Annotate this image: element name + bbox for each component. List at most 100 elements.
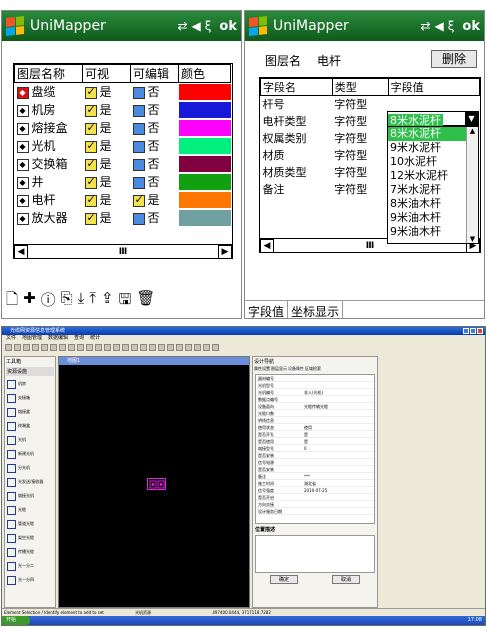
editable-cell[interactable]: 否 xyxy=(130,172,179,191)
layer-name-cell[interactable]: ◆ 交换箱 xyxy=(14,154,83,173)
layer-name-cell[interactable]: ◆ 光机 xyxy=(14,136,83,155)
visible-checkbox[interactable] xyxy=(84,211,97,225)
upload-icon[interactable]: ⇪ xyxy=(101,289,114,314)
layer-name-cell[interactable]: ◆ 电杆 xyxy=(14,190,83,209)
col-editable[interactable]: 可编辑 xyxy=(130,64,179,83)
scroll-left-icon[interactable]: ◀ xyxy=(14,244,28,258)
menu-map[interactable]: 地图管理 xyxy=(22,335,42,342)
scroll-up-icon[interactable]: ▲ xyxy=(467,127,478,135)
property-value[interactable] xyxy=(304,417,374,423)
property-row[interactable]: 使用状态 使用 xyxy=(256,424,374,431)
tab-device-properties[interactable]: 设备属性 xyxy=(288,366,304,372)
scroll-right-icon[interactable]: ▶ xyxy=(217,244,232,258)
toolbar-tool-icon[interactable] xyxy=(113,343,120,351)
property-row[interactable]: 熔接型号 0 xyxy=(256,445,374,452)
property-value[interactable] xyxy=(304,382,374,388)
selected-optical-device[interactable] xyxy=(147,478,166,490)
layer-name-cell[interactable]: ◆ 盘缆 xyxy=(14,82,83,101)
color-cell[interactable] xyxy=(178,82,231,101)
property-value[interactable] xyxy=(304,452,374,458)
property-value[interactable]: 是 xyxy=(304,438,374,444)
layer-row[interactable]: ◆光机 是 否 xyxy=(14,136,231,155)
editable-cell[interactable]: 否 xyxy=(130,100,179,119)
toolbox-item[interactable]: 光发送/接收器 xyxy=(5,475,55,489)
toolbar-tool-icon[interactable] xyxy=(5,343,12,351)
layer-row[interactable]: ◆熔接盒 是 否 xyxy=(14,118,231,137)
toolbar-tool-icon[interactable] xyxy=(158,343,165,351)
editable-checkbox[interactable] xyxy=(132,193,145,207)
menu-stats[interactable]: 统计 xyxy=(90,335,100,342)
dropdown-option[interactable]: 8米油木杆 xyxy=(388,197,466,211)
dropdown-option[interactable]: 7米水泥杆 xyxy=(388,183,466,197)
property-value[interactable] xyxy=(304,466,374,472)
color-swatch[interactable] xyxy=(178,173,231,190)
toolbar-tool-icon[interactable] xyxy=(77,343,84,351)
toolbar-tool-icon[interactable] xyxy=(122,343,129,351)
scroll-left-icon[interactable]: ◀ xyxy=(260,238,274,252)
col-layer-name[interactable]: 图层名称 xyxy=(14,64,83,83)
property-row[interactable]: 是否安装 xyxy=(256,466,374,473)
visible-cell[interactable]: 是 xyxy=(82,100,131,119)
layer-row[interactable]: ◆电杆 是 是 xyxy=(14,190,231,209)
delete-icon[interactable]: 🗑 xyxy=(136,289,155,314)
property-row[interactable]: 是否开孔 是 xyxy=(256,431,374,438)
toolbox-item[interactable]: 机房 xyxy=(5,377,55,391)
toolbar-tool-icon[interactable] xyxy=(140,343,147,351)
toolbar-tool-icon[interactable] xyxy=(50,343,57,351)
property-row[interactable]: 设计服务日期 xyxy=(256,508,374,515)
visible-cell[interactable]: 是 xyxy=(82,82,131,101)
property-value[interactable] xyxy=(304,459,374,465)
visible-checkbox[interactable] xyxy=(84,193,97,207)
dropdown-list[interactable]: 8米水泥杆 9米水泥杆 10水泥杆 12米水泥杆 7米水泥杆 8米油木杆 9米油木杆 9米油木… xyxy=(387,126,479,244)
toolbox-item[interactable]: 光缆 xyxy=(5,503,55,517)
property-value[interactable]: 湖北省 xyxy=(304,480,374,486)
col-visible[interactable]: 可视 xyxy=(82,64,131,83)
toolbar-tool-icon[interactable] xyxy=(185,343,192,351)
toolbar-tool-icon[interactable] xyxy=(176,343,183,351)
editable-checkbox[interactable] xyxy=(132,122,145,135)
windows-start-icon[interactable] xyxy=(249,16,267,36)
visible-cell[interactable]: 是 xyxy=(82,154,131,173)
toolbar-tool-icon[interactable] xyxy=(14,343,21,351)
property-row[interactable]: 光机编号 非入(光机) xyxy=(256,389,374,396)
add-icon[interactable]: ✚ xyxy=(23,289,36,314)
property-row[interactable]: 是否安装 xyxy=(256,452,374,459)
toolbar-tool-icon[interactable] xyxy=(131,343,138,351)
map-window[interactable]: 地图1 xyxy=(58,356,250,608)
toolbox-item[interactable]: 传播光缆 xyxy=(5,545,55,559)
editable-cell[interactable]: 否 xyxy=(130,136,179,155)
toolbar-tool-icon[interactable] xyxy=(86,343,93,351)
close-icon[interactable] xyxy=(477,328,483,334)
color-cell[interactable] xyxy=(178,136,231,155)
dropdown-option[interactable]: 9米油木杆 xyxy=(388,225,466,239)
toolbar-tool-icon[interactable] xyxy=(23,343,30,351)
toolbox-item[interactable]: 架空光缆 xyxy=(5,531,55,545)
info-icon[interactable]: ⓘ xyxy=(41,289,56,314)
visible-cell[interactable]: 是 xyxy=(82,190,131,209)
scroll-down-icon[interactable]: ▼ xyxy=(467,235,478,243)
property-value[interactable]: *** xyxy=(304,473,374,479)
property-value[interactable] xyxy=(304,375,374,381)
save-icon[interactable]: 🖫 xyxy=(119,289,132,314)
move-down-icon[interactable]: ⤓ xyxy=(78,289,85,314)
editable-cell[interactable]: 否 xyxy=(130,82,179,101)
toolbox-item[interactable]: 分光机 xyxy=(5,461,55,475)
toolbar-tool-icon[interactable] xyxy=(41,343,48,351)
layer-row[interactable]: ◆机房 是 否 xyxy=(14,100,231,119)
dropdown-scrollbar[interactable]: ▲ ▼ xyxy=(466,127,478,243)
property-row[interactable]: 信号强度 2010-07-25 xyxy=(256,487,374,494)
visible-cell[interactable]: 是 xyxy=(82,208,131,227)
start-button[interactable]: 开始 xyxy=(2,616,30,625)
editable-checkbox[interactable] xyxy=(132,140,145,153)
property-row[interactable]: 器材编号 xyxy=(256,375,374,382)
color-cell[interactable] xyxy=(178,100,231,119)
editable-checkbox[interactable] xyxy=(132,104,145,117)
property-value[interactable] xyxy=(304,501,374,507)
property-row[interactable]: 设备面向 光缆传输光缆 xyxy=(256,403,374,410)
visible-cell[interactable]: 是 xyxy=(82,172,131,191)
color-swatch[interactable] xyxy=(178,191,231,208)
color-cell[interactable] xyxy=(178,172,231,191)
property-value[interactable] xyxy=(304,494,374,500)
editable-cell[interactable]: 否 xyxy=(130,118,179,137)
property-row[interactable]: 信号电源 xyxy=(256,459,374,466)
